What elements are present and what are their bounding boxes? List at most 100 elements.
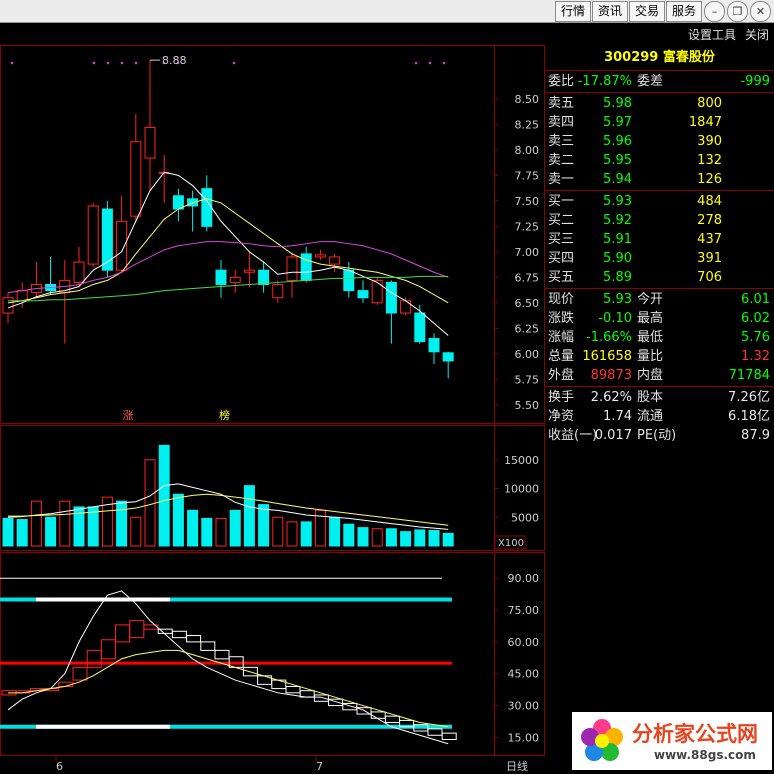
volume-bar xyxy=(371,528,383,547)
y-tick-label: 6.00 xyxy=(515,348,540,361)
bid-volume: 278 xyxy=(697,213,722,228)
volume-bar xyxy=(442,532,454,547)
stat-value: -1.66% xyxy=(586,330,632,345)
stat-row: 收益(一) 0.017 PE(动) 87.9 xyxy=(545,426,774,445)
volume-bar xyxy=(243,485,255,547)
ask-row[interactable]: 卖三 5.96 390 xyxy=(545,132,774,151)
ask-price: 5.94 xyxy=(603,172,632,187)
minimize-icon[interactable]: – xyxy=(704,1,725,22)
volume-bar xyxy=(428,529,440,547)
volume-bar xyxy=(130,516,142,547)
y-tick-label: 5000 xyxy=(511,511,539,524)
secondary-toolbar: 设置工具 关闭 xyxy=(0,23,774,45)
volume-bar xyxy=(286,521,298,547)
stat-label: 最高 xyxy=(637,311,664,326)
indicator-box xyxy=(200,641,216,651)
ask-volume: 126 xyxy=(697,172,722,187)
bid-label: 买五 xyxy=(548,270,575,285)
stat-label: 涨幅 xyxy=(548,330,575,345)
volume-bar xyxy=(229,509,241,547)
stat-row: 换手 2.62% 股本 7.26亿 xyxy=(545,388,774,407)
volume-bar xyxy=(300,521,312,547)
y-tick-label: 6.75 xyxy=(515,271,540,284)
volume-bar xyxy=(30,500,42,547)
y-tick-label: 30.00 xyxy=(508,700,540,713)
ratio-value: -17.87% xyxy=(577,74,632,89)
candle-body xyxy=(229,276,241,283)
candle-body xyxy=(414,312,426,343)
stat-value: 161658 xyxy=(582,349,632,364)
candle-body xyxy=(243,269,255,273)
marker-label: 榜 xyxy=(219,408,230,422)
peak-label: 8.88 xyxy=(162,54,187,67)
tab-service[interactable]: 服务 xyxy=(666,1,702,22)
candle-body xyxy=(215,269,227,285)
candle-body xyxy=(428,338,440,353)
ratio-row: 委比 -17.87% 委差 -999 xyxy=(545,72,774,91)
diff-value: -999 xyxy=(740,74,770,89)
bid-price: 5.92 xyxy=(603,213,632,228)
stat-row: 净资 1.74 流通 6.18亿 xyxy=(545,407,774,426)
ask-volume: 390 xyxy=(697,134,722,149)
volume-bar xyxy=(59,500,71,547)
window-title-bar: 行情 资讯 交易 服务 – ❐ ✕ xyxy=(0,0,774,23)
bid-row[interactable]: 买四 5.90 391 xyxy=(545,249,774,268)
stat-value: 6.02 xyxy=(741,311,770,326)
volume-bar xyxy=(329,516,341,547)
candle-body xyxy=(2,297,14,314)
tab-trade[interactable]: 交易 xyxy=(629,1,665,22)
bid-row[interactable]: 买一 5.93 484 xyxy=(545,192,774,211)
divider xyxy=(545,70,774,71)
ask-row[interactable]: 卖四 5.97 1847 xyxy=(545,113,774,132)
marker-dot xyxy=(92,61,96,65)
candle-body xyxy=(87,205,99,265)
volume-bar xyxy=(414,529,426,547)
candle-body xyxy=(385,281,397,314)
candle-body xyxy=(73,261,85,283)
logo-url: www.88gs.com xyxy=(654,748,756,762)
ask-volume: 1847 xyxy=(688,115,722,130)
y-tick-label: 7.75 xyxy=(515,169,540,182)
stat-value: -0.10 xyxy=(598,311,632,326)
y-tick-label: 5.50 xyxy=(515,399,540,412)
tab-news[interactable]: 资讯 xyxy=(592,1,628,22)
quote-panel: 300299 富春股份 委比 -17.87% 委差 -999 卖五 5.98 800… xyxy=(545,45,774,443)
volume-bar xyxy=(144,459,156,547)
marker-dot xyxy=(134,61,138,65)
candle-body xyxy=(258,269,270,285)
stat-row: 外盘 89873 内盘 71784 xyxy=(545,366,774,385)
y-tick-label: 90.00 xyxy=(508,572,540,585)
bid-row[interactable]: 买二 5.92 278 xyxy=(545,211,774,230)
close-link[interactable]: 关闭 xyxy=(745,26,769,43)
close-icon[interactable]: ✕ xyxy=(750,1,771,22)
indicator-box xyxy=(186,635,202,643)
marker-dot xyxy=(10,61,14,65)
ask-row[interactable]: 卖二 5.95 132 xyxy=(545,151,774,170)
indicator-box xyxy=(313,694,329,702)
indicator-box xyxy=(100,639,116,660)
y-tick-label: 15.00 xyxy=(508,731,540,744)
stat-value: 6.01 xyxy=(741,292,770,307)
tab-quotes[interactable]: 行情 xyxy=(555,1,591,22)
bid-volume: 437 xyxy=(697,232,722,247)
candle-body xyxy=(343,269,355,292)
unit-label: X100 xyxy=(498,538,524,549)
ask-row[interactable]: 卖五 5.98 800 xyxy=(545,94,774,113)
settings-tools-link[interactable]: 设置工具 xyxy=(688,26,736,43)
y-tick-label: 8.00 xyxy=(515,144,540,157)
stat-value: 71784 xyxy=(728,368,770,383)
stat-label: 流通 xyxy=(637,409,664,424)
indicator-box xyxy=(370,711,386,719)
y-tick-label: 60.00 xyxy=(508,636,540,649)
stat-value: 6.18亿 xyxy=(728,409,770,424)
bid-row[interactable]: 买三 5.91 437 xyxy=(545,230,774,249)
volume-bar xyxy=(400,531,412,547)
ask-row[interactable]: 卖一 5.94 126 xyxy=(545,170,774,189)
stat-value: 7.26亿 xyxy=(728,390,770,405)
candle-body xyxy=(357,290,369,299)
stock-chart-area[interactable]: 8.50 8.25 8.00 7.75 7.50 7.25 7.00 6.75 6.50 6.25… xyxy=(0,45,545,771)
restore-icon[interactable]: ❐ xyxy=(727,1,748,22)
bid-row[interactable]: 买五 5.89 706 xyxy=(545,268,774,287)
stat-value: 0.017 xyxy=(594,428,632,443)
stat-label: 量比 xyxy=(637,349,664,364)
